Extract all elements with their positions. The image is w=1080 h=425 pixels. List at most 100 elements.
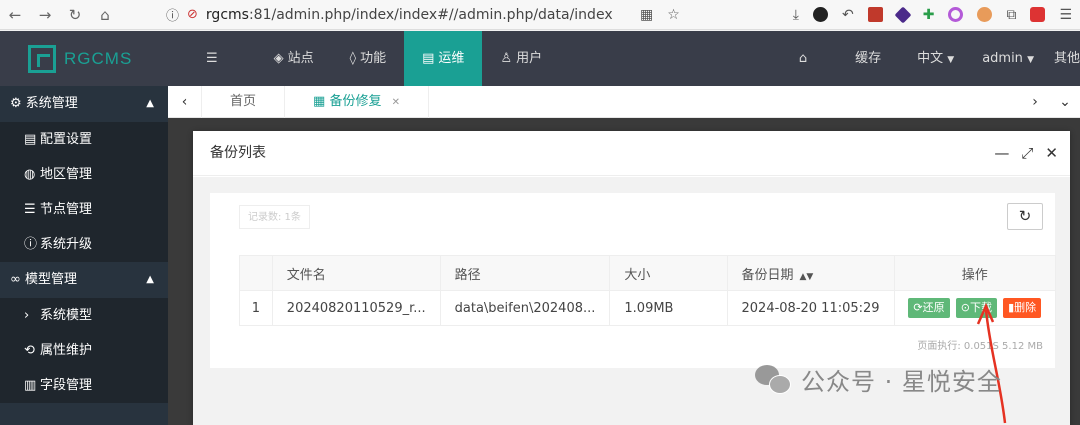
refresh-icon: ↻ [1018, 207, 1032, 225]
row-filename: 20240820110529_r... [271, 290, 441, 326]
download-icon[interactable]: ⤓ [793, 7, 799, 23]
extension-6-icon[interactable] [977, 7, 993, 22]
close-tab-icon[interactable]: ✕ [392, 97, 400, 108]
extension-3-icon[interactable] [894, 6, 912, 23]
cache-button[interactable]: 缓存 [833, 31, 903, 86]
undo-icon[interactable]: ↶ [842, 7, 854, 23]
bars-icon: ▥ [24, 378, 37, 393]
qr-code-icon[interactable]: ▦ [640, 7, 653, 23]
close-icon[interactable]: ✕ [1045, 131, 1058, 176]
sidebar: ⚙ 系统管理 ▲ ▤ 配置设置 ◍ 地区管理 ☰ 节点管理 ⓘ 系统升级 ∞ 模型管理 … [0, 86, 168, 425]
insecure-lock-icon: ⊘ [187, 7, 198, 22]
home-icon[interactable]: ⌂ [90, 6, 120, 24]
tab-options[interactable]: ⌄ [1050, 86, 1080, 118]
top-menu-function[interactable]: ◊ 功能 [332, 31, 404, 86]
backup-table: 文件名 路径 大小 备份日期 ▲▼ 操作 1 20240820110529_r..… [239, 255, 1057, 326]
extension-5-icon[interactable] [948, 7, 964, 22]
app-header: RGCMS ☰ ◈ 站点 ◊ 功能 ▤ 运维 ♙ 用户 ⌂ 缓存 中文 ▼ admin … [0, 31, 1080, 86]
sidebar-item-field[interactable]: ▥ 字段管理 [0, 368, 168, 403]
table-row: 1 20240820110529_r... data\beifen\202408… [239, 290, 1057, 326]
sidebar-item-attribute[interactable]: ⟲ 属性维护 [0, 333, 168, 368]
row-size: 1.09MB [609, 290, 728, 326]
reload-icon[interactable]: ↻ [60, 6, 90, 24]
language-dropdown[interactable]: 中文 ▼ [903, 31, 968, 86]
house-icon: ⌂ [798, 51, 808, 66]
extension-2-icon[interactable] [867, 7, 883, 22]
logo[interactable]: RGCMS [0, 31, 168, 86]
extension-7-icon[interactable] [1030, 7, 1046, 22]
other-menu[interactable]: 其他 [1048, 31, 1080, 86]
backup-card: 记录数: 1条 ↻ 文件名 路径 大小 备份日期 ▲▼ 操作 1 2024082… [210, 193, 1057, 368]
browser-toolbar: ← → ↻ ⌂ ⓘ ⊘ rgcms:81/admin.php/index/ind… [0, 0, 1080, 30]
restore-button[interactable]: ⟳还原 [908, 298, 950, 318]
layers-icon: ◈ [273, 51, 284, 66]
col-date[interactable]: 备份日期 ▲▼ [726, 255, 895, 291]
chevron-right-icon: › [1032, 94, 1038, 110]
watermark: 公众号 · 星悦安全 [755, 362, 1002, 397]
config-icon: ▤ [24, 132, 37, 147]
sidebar-item-node[interactable]: ☰ 节点管理 [0, 192, 168, 227]
top-menu-site[interactable]: ◈ 站点 [256, 31, 332, 86]
tab-scroll-right[interactable]: › [1020, 86, 1050, 118]
sidebar-toggle-button[interactable]: ☰ [168, 31, 256, 86]
record-count: 记录数: 1条 [239, 205, 310, 229]
chevron-left-icon: ‹ [181, 93, 188, 110]
bookmark-star-icon[interactable]: ☆ [667, 7, 680, 23]
grid-icon: ▦ [313, 93, 326, 109]
globe-icon: ◍ [24, 167, 36, 182]
maximize-icon[interactable]: ⤢ [1021, 131, 1033, 176]
sidebar-item-config[interactable]: ▤ 配置设置 [0, 122, 168, 157]
extensions-puzzle-icon[interactable]: ⧉ [1006, 7, 1016, 23]
col-filename: 文件名 [271, 255, 441, 291]
gear-icon: ⚙ [10, 96, 22, 111]
url-text: rgcms:81/admin.php/index/index#//admin.p… [205, 6, 613, 23]
forward-icon[interactable]: → [30, 6, 60, 24]
refresh-button[interactable]: ↻ [1007, 203, 1043, 230]
caret-down-icon: ▼ [947, 55, 955, 65]
tab-bar: ‹ 首页 ▦ 备份修复 ✕ › ⌄ [168, 85, 1080, 118]
col-path: 路径 [439, 255, 611, 291]
link-icon: ∞ [10, 272, 21, 287]
caret-up-icon: ▲ [146, 98, 154, 109]
col-actions: 操作 [893, 255, 1057, 291]
home-link[interactable]: ⌂ [773, 31, 833, 86]
sidebar-item-region[interactable]: ◍ 地区管理 [0, 157, 168, 192]
ops-icon: ▤ [422, 51, 435, 66]
user-icon: ♙ [500, 51, 513, 66]
rg-logo-icon [28, 44, 56, 73]
sidebar-item-upgrade[interactable]: ⓘ 系统升级 [0, 227, 168, 262]
address-bar[interactable]: ⓘ ⊘ rgcms:81/admin.php/index/index#//adm… [166, 5, 696, 25]
header-right: ⌂ 缓存 中文 ▼ admin ▼ 其他 [773, 31, 1080, 86]
top-menu-user[interactable]: ♙ 用户 [482, 31, 560, 86]
restore-icon: ⟳ [913, 301, 923, 314]
refresh-circle-icon: ⟲ [24, 343, 35, 358]
tab-home[interactable]: 首页 [202, 85, 286, 118]
tab-backup[interactable]: ▦ 备份修复 ✕ [285, 85, 429, 118]
user-dropdown[interactable]: admin ▼ [968, 31, 1048, 86]
info-circle-icon: ⓘ [24, 237, 38, 252]
info-icon: ⓘ [166, 9, 180, 24]
row-path: data\beifen\202408... [439, 290, 611, 326]
sidebar-item-system-model[interactable]: › 系统模型 [0, 298, 168, 333]
top-menu: ☰ ◈ 站点 ◊ 功能 ▤ 运维 ♙ 用户 [168, 31, 560, 86]
browser-menu-icon[interactable]: ☰ [1059, 7, 1072, 23]
modal-header: 备份列表 — ⤢ ✕ [193, 131, 1070, 176]
extension-4-icon[interactable]: ✚ [923, 7, 935, 23]
tab-scroll-left[interactable]: ‹ [168, 85, 202, 118]
drop-icon: ◊ [349, 51, 357, 66]
wechat-icon [755, 364, 791, 395]
caret-up-icon: ▲ [146, 274, 154, 285]
row-date: 2024-08-20 11:05:29 [726, 290, 895, 326]
sort-icon[interactable]: ▲▼ [800, 272, 814, 282]
chevron-down-icon: ⌄ [1059, 94, 1071, 110]
sidebar-group-system[interactable]: ⚙ 系统管理 ▲ [0, 86, 168, 122]
sidebar-group-model[interactable]: ∞ 模型管理 ▲ [0, 262, 168, 298]
col-size: 大小 [609, 255, 728, 291]
back-icon[interactable]: ← [0, 6, 30, 24]
chevron-right-icon: › [24, 308, 30, 323]
table-header-row: 文件名 路径 大小 备份日期 ▲▼ 操作 [239, 255, 1057, 291]
top-menu-ops[interactable]: ▤ 运维 [404, 31, 483, 86]
extension-1-icon[interactable] [812, 7, 828, 22]
minimize-icon[interactable]: — [994, 131, 1009, 176]
menu-toggle-icon: ☰ [206, 51, 218, 66]
